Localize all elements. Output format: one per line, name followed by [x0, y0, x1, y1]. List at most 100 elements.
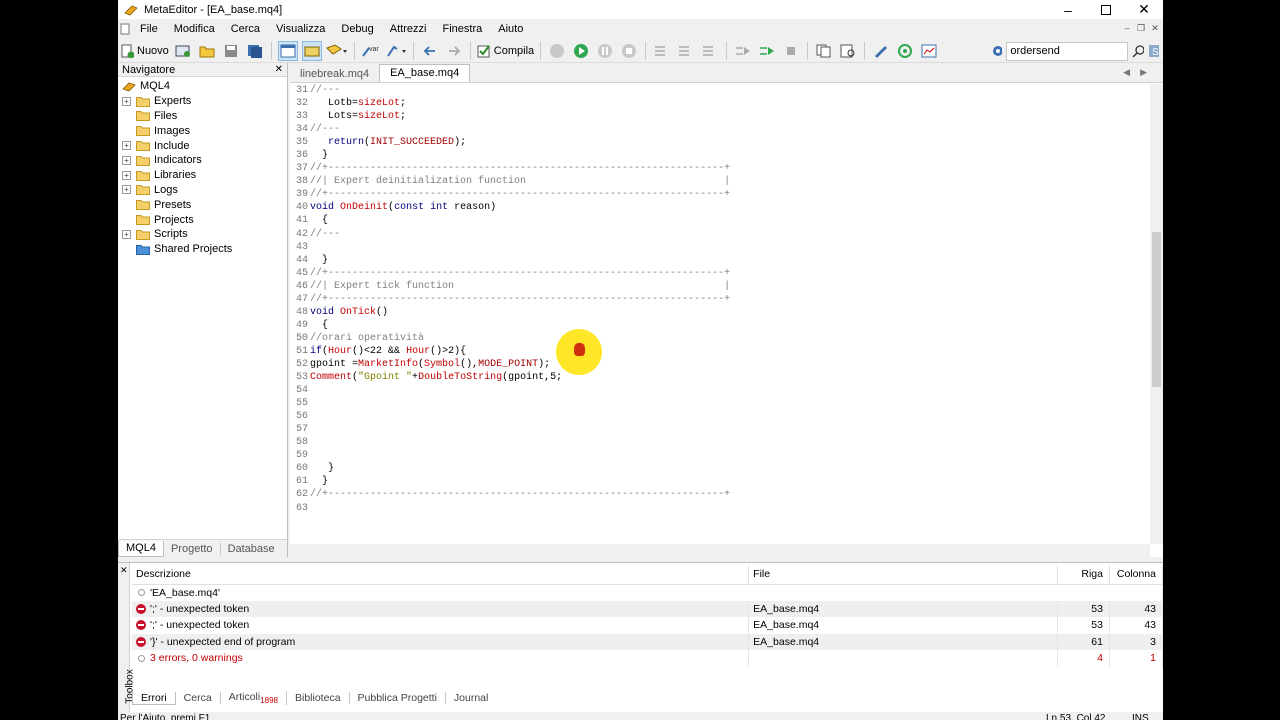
code-area[interactable]: 31//--- 32 Lotb=sizeLot; 33 Lots=sizeLot; 3…: [290, 84, 1150, 544]
menu-debug[interactable]: Debug: [333, 23, 381, 35]
new-button[interactable]: Nuovo: [120, 41, 169, 61]
col-colonna[interactable]: Colonna: [1109, 565, 1163, 585]
expand-icon[interactable]: +: [122, 96, 131, 106]
run-to-cursor-button[interactable]: [757, 41, 777, 61]
new-from-template-button[interactable]: [173, 41, 193, 61]
tab-articoli[interactable]: Articoli1898: [221, 690, 287, 706]
search-icon[interactable]: [1132, 44, 1144, 58]
code-line[interactable]: 46//| Expert tick function |: [290, 280, 1150, 293]
tab-biblioteca[interactable]: Biblioteca: [287, 692, 350, 704]
mdi-close-icon[interactable]: ✕: [1149, 22, 1161, 34]
code-line[interactable]: 58: [290, 436, 1150, 449]
code-line[interactable]: 53 Comment("Gpoint "+DoubleToString(gpoin…: [290, 371, 1150, 384]
insert-function-button[interactable]: [385, 41, 407, 61]
profiler-button[interactable]: [838, 41, 858, 61]
tree-item[interactable]: Shared Projects: [122, 242, 232, 257]
menu-modifica[interactable]: Modifica: [166, 23, 223, 35]
code-line[interactable]: 61 }: [290, 475, 1150, 488]
document-icon[interactable]: [118, 23, 132, 35]
code-line[interactable]: 41 {: [290, 214, 1150, 227]
save-all-button[interactable]: [245, 41, 265, 61]
search-input[interactable]: [1006, 41, 1129, 61]
code-line[interactable]: 63: [290, 502, 1150, 515]
tree-item[interactable]: Projects: [122, 212, 232, 227]
code-line[interactable]: 36 }: [290, 149, 1150, 162]
code-line[interactable]: 42//---: [290, 228, 1150, 241]
error-row[interactable]: ';' - unexpected token EA_base.mq4 53 43: [132, 617, 1163, 634]
tab-ea-base[interactable]: EA_base.mq4: [379, 64, 471, 82]
nav-tab-database[interactable]: Database: [221, 543, 282, 555]
forward-button[interactable]: [444, 41, 464, 61]
code-line[interactable]: 40 void OnDeinit(const int reason): [290, 201, 1150, 214]
tab-journal[interactable]: Journal: [446, 692, 496, 704]
tab-errori[interactable]: Errori: [132, 691, 176, 705]
navigator-close-icon[interactable]: ✕: [275, 63, 283, 77]
col-descrizione[interactable]: Descrizione: [132, 565, 750, 585]
mdi-restore-icon[interactable]: ❐: [1135, 22, 1147, 34]
code-line[interactable]: 34//---: [290, 123, 1150, 136]
code-line[interactable]: 50//orari operatività: [290, 332, 1150, 345]
horizontal-scrollbar[interactable]: [290, 544, 1150, 557]
code-line[interactable]: 56: [290, 410, 1150, 423]
expand-icon[interactable]: +: [122, 229, 131, 239]
minimize-button[interactable]: –: [1049, 0, 1087, 19]
code-line[interactable]: 52 gpoint =MarketInfo(Symbol(),MODE_POINT…: [290, 358, 1150, 371]
code-line[interactable]: 59: [290, 449, 1150, 462]
save-button[interactable]: [221, 41, 241, 61]
code-line[interactable]: 31//---: [290, 84, 1150, 97]
maximize-button[interactable]: [1087, 0, 1125, 19]
menu-cerca[interactable]: Cerca: [223, 23, 268, 35]
vertical-scrollbar[interactable]: [1150, 84, 1163, 544]
expand-icon[interactable]: +: [122, 170, 131, 180]
tree-item[interactable]: + Indicators: [122, 153, 232, 168]
tree-item[interactable]: + Logs: [122, 183, 232, 198]
tree-item[interactable]: + Include: [122, 138, 232, 153]
tab-scroll-arrows[interactable]: ◀▶: [1123, 67, 1157, 78]
col-riga[interactable]: Riga: [1057, 565, 1110, 585]
code-line[interactable]: 37//+-----------------------------------…: [290, 162, 1150, 175]
tree-item[interactable]: Presets: [122, 197, 232, 212]
menu-finestra[interactable]: Finestra: [434, 23, 490, 35]
code-line[interactable]: 45//+-----------------------------------…: [290, 267, 1150, 280]
tree-item[interactable]: + Libraries: [122, 168, 232, 183]
scrollbar-thumb[interactable]: [1152, 232, 1161, 387]
tree-item[interactable]: Images: [122, 123, 232, 138]
code-line[interactable]: 57: [290, 423, 1150, 436]
community-button[interactable]: [895, 41, 915, 61]
error-row[interactable]: ';' - unexpected token EA_base.mq4 53 43: [132, 600, 1163, 617]
styler-dropdown[interactable]: [325, 41, 348, 61]
tab-pubblica-progetti[interactable]: Pubblica Progetti: [350, 692, 446, 704]
code-line[interactable]: 35 return(INIT_SUCCEEDED);: [290, 136, 1150, 149]
file-header-row[interactable]: 'EA_base.mq4': [132, 584, 1163, 601]
start-debug-button[interactable]: [571, 41, 591, 61]
tree-item[interactable]: + Experts: [122, 94, 232, 109]
code-line[interactable]: 60 }: [290, 462, 1150, 475]
expand-icon[interactable]: +: [122, 141, 131, 151]
back-button[interactable]: [420, 41, 440, 61]
menu-file[interactable]: File: [132, 23, 166, 35]
code-line[interactable]: 33 Lots=sizeLot;: [290, 110, 1150, 123]
tree-item[interactable]: Files: [122, 109, 232, 124]
code-line[interactable]: 49 {: [290, 319, 1150, 332]
code-line[interactable]: 62//+-----------------------------------…: [290, 488, 1150, 501]
step-into-button[interactable]: [652, 41, 672, 61]
mdi-minimize-icon[interactable]: –: [1121, 22, 1133, 34]
continue-button[interactable]: [733, 41, 753, 61]
pause-button[interactable]: [595, 41, 615, 61]
insert-variable-button[interactable]: var: [361, 41, 381, 61]
code-line[interactable]: 48 void OnTick(): [290, 306, 1150, 319]
nav-tab-progetto[interactable]: Progetto: [164, 542, 221, 555]
code-line[interactable]: 44 }: [290, 254, 1150, 267]
code-line[interactable]: 43: [290, 241, 1150, 254]
menu-aiuto[interactable]: Aiuto: [490, 23, 531, 35]
step-out-button[interactable]: [700, 41, 720, 61]
gear-icon[interactable]: [991, 44, 1003, 58]
tree-item[interactable]: + Scripts: [122, 227, 232, 242]
code-line[interactable]: 38//| Expert deinitialization function |: [290, 175, 1150, 188]
search-options-icon[interactable]: S: [1148, 44, 1159, 58]
code-line[interactable]: 55: [290, 397, 1150, 410]
tree-root[interactable]: MQL4: [122, 79, 232, 94]
code-line[interactable]: 47//+-----------------------------------…: [290, 293, 1150, 306]
code-line[interactable]: 39//+-----------------------------------…: [290, 188, 1150, 201]
code-line[interactable]: 54: [290, 384, 1150, 397]
